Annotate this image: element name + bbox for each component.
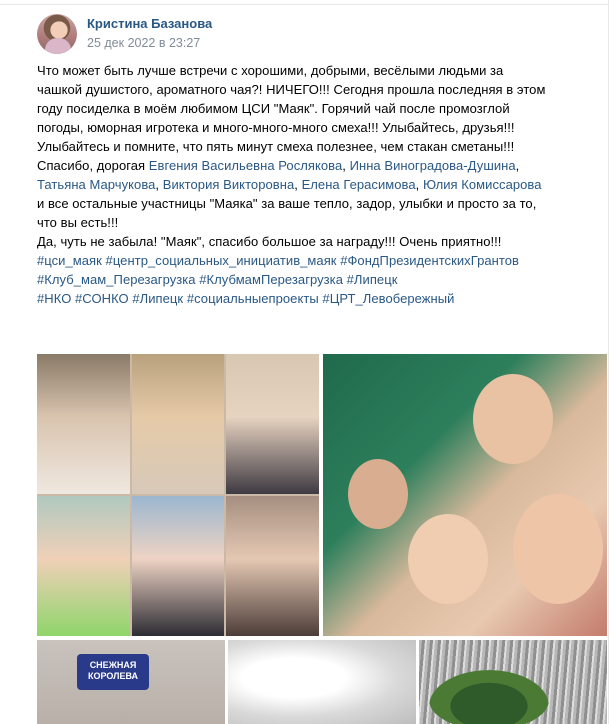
mention-link-roslyakova[interactable]: Евгения Васильевна Рослякова xyxy=(149,158,342,173)
text-line: погоды, юморная игротека и много-много-м… xyxy=(37,120,515,135)
photo-shape xyxy=(408,514,488,604)
avatar-figure xyxy=(45,38,71,54)
text-line: Что может быть лучше встречи с хорошими,… xyxy=(37,63,504,78)
hashtag-link[interactable]: #Липецк xyxy=(347,272,398,287)
separator: , xyxy=(415,177,423,192)
hashtag-link[interactable]: #Липецк xyxy=(132,291,183,306)
hashtag-row: #Клуб_мам_Перезагрузка #КлубмамПерезагру… xyxy=(37,270,609,289)
hashtag-link[interactable]: #ЦРТ_Левобережный xyxy=(322,291,454,306)
author-name[interactable]: Кристина Базанова xyxy=(87,16,212,31)
crown-sticker: СНЕЖНАЯ КОРОЛЕВА xyxy=(77,654,149,690)
author-avatar[interactable] xyxy=(37,14,77,54)
separator: , xyxy=(342,158,350,173)
post-date[interactable]: 25 дек 2022 в 23:27 xyxy=(87,36,200,50)
text-line: Да, чуть не забыла! "Маяк", спасибо боль… xyxy=(37,234,502,249)
text-line-mentions: Татьяна Марчукова, Виктория Викторовна, … xyxy=(37,175,609,194)
mention-link-gerasimova[interactable]: Елена Герасимова xyxy=(302,177,416,192)
photo-ceiling-light[interactable] xyxy=(228,640,416,724)
collage-cell xyxy=(37,354,130,494)
photo-group-selfie[interactable] xyxy=(323,354,607,636)
photo-collage[interactable] xyxy=(37,354,319,636)
hashtag-link[interactable]: #Клуб_мам_Перезагрузка xyxy=(37,272,196,287)
hashtag-link[interactable]: #цси_маяк xyxy=(37,253,102,268)
hashtag-link[interactable]: #социальныепроекты xyxy=(187,291,319,306)
collage-cell xyxy=(132,496,224,636)
hashtag-row: #НКО #СОНКО #Липецк #социальныепроекты #… xyxy=(37,289,609,308)
wreath-shape xyxy=(429,670,549,724)
mention-link-marchukova[interactable]: Татьяна Марчукова xyxy=(37,177,155,192)
collage-cell xyxy=(37,496,130,636)
hashtag-link[interactable]: #ФондПрезидентскихГрантов xyxy=(340,253,519,268)
text-line: чашкой душистого, ароматного чая?! НИЧЕГ… xyxy=(37,82,546,97)
mention-link-komissarova[interactable]: Юлия Комиссарова xyxy=(423,177,542,192)
hashtag-link[interactable]: #СОНКО xyxy=(75,291,129,306)
thanks-text: Спасибо, дорогая xyxy=(37,158,149,173)
separator: , xyxy=(515,158,520,173)
collage-cell xyxy=(226,354,319,494)
photo-shape xyxy=(473,374,553,464)
text-line: что вы есть!!! xyxy=(37,215,119,230)
hashtag-row: #цси_маяк #центр_социальных_инициатив_ма… xyxy=(37,251,609,270)
photo-snow-queen[interactable]: СНЕЖНАЯ КОРОЛЕВА xyxy=(37,640,225,724)
hashtag-link[interactable]: #центр_социальных_инициатив_маяк xyxy=(106,253,337,268)
mention-link-viktoriya[interactable]: Виктория Викторовна xyxy=(163,177,294,192)
top-divider xyxy=(0,4,608,5)
text-line: и все остальные участницы "Маяка" за ваш… xyxy=(37,196,537,211)
collage-cell xyxy=(226,496,319,636)
text-line: году посиделка в моём любимом ЦСИ "Маяк"… xyxy=(37,101,510,116)
post-text: Что может быть лучше встречи с хорошими,… xyxy=(37,61,609,308)
hashtag-link[interactable]: #НКО xyxy=(37,291,71,306)
mention-link-vinogradova[interactable]: Инна Виноградова-Душина xyxy=(350,158,516,173)
collage-cell xyxy=(132,354,224,494)
separator: , xyxy=(155,177,163,192)
photo-shape xyxy=(348,459,408,529)
photo-shape xyxy=(513,494,603,604)
text-line-thanks: Спасибо, дорогая Евгения Васильевна Росл… xyxy=(37,156,609,175)
separator: , xyxy=(294,177,302,192)
text-line: Улыбайтесь и помните, что пять минут сме… xyxy=(37,139,515,154)
photo-grid: СНЕЖНАЯ КОРОЛЕВА xyxy=(37,354,607,724)
hashtag-link[interactable]: #КлубмамПерезагрузка xyxy=(199,272,343,287)
photo-tinsel-wreath[interactable] xyxy=(419,640,607,724)
